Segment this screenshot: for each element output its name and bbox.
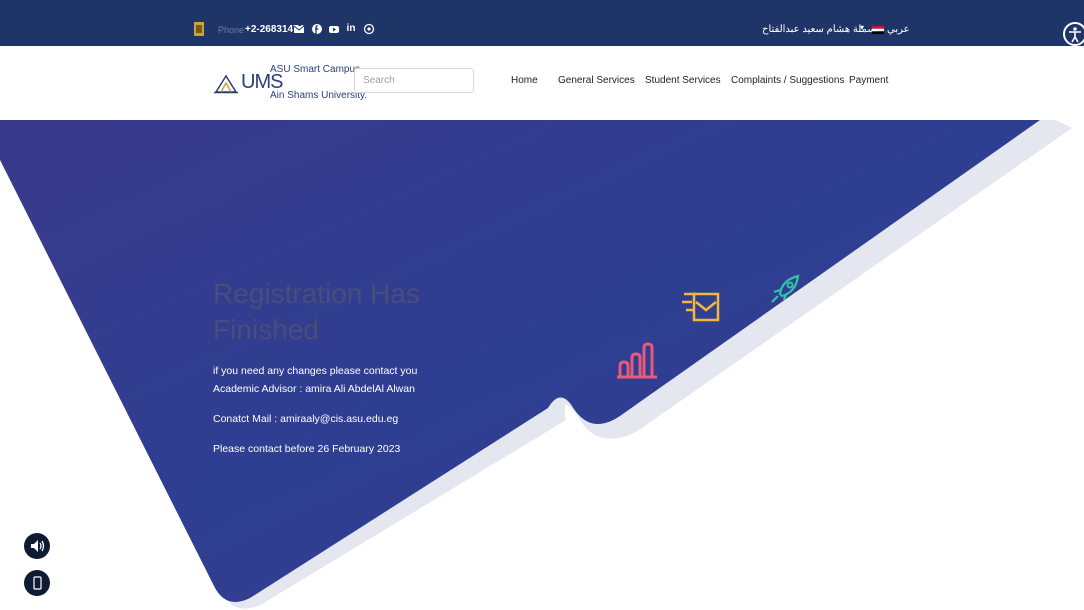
logo-line-university: Ain Shams University. [270,90,368,101]
info-line-changes: if you need any changes please contact y… [213,365,418,377]
nav-home[interactable]: Home [511,75,538,86]
chart-icon [617,342,657,379]
linkedin-icon[interactable]: in [345,23,357,35]
ums-logo[interactable]: UMS ASU Smart Campus Ain Shams Universit… [214,64,367,104]
main-nav: UMS ASU Smart Campus Ain Shams Universit… [0,46,1084,120]
language-switch[interactable]: عربي [887,24,910,35]
rocket-icon [771,274,800,303]
user-dropdown-caret-icon[interactable]: ▾ [860,23,864,32]
instagram-icon[interactable] [363,23,375,35]
mail-fast-icon [682,292,720,322]
egypt-flag-icon [872,26,884,34]
registration-title: Registration Has Finished [213,278,420,345]
hero-section: Registration Has Finished if you need an… [0,120,1084,610]
accessibility-button[interactable] [1063,22,1084,46]
university-emblem-icon [214,74,238,94]
info-line-mail: Conatct Mail : amiraaly@cis.asu.edu.eg [213,413,399,425]
nav-payment[interactable]: Payment [849,75,888,86]
mail-icon[interactable] [293,23,305,35]
hero-background [0,120,1072,609]
info-line-advisor: Academic Advisor : amira Ali AbdelAl Alw… [213,383,415,395]
logo-line-campus: ASU Smart Campus [270,64,361,75]
facebook-icon[interactable] [311,23,323,35]
nav-complaints-suggestions[interactable]: Complaints / Suggestions [731,75,844,86]
mobile-icon [33,576,42,590]
egypt-crest-icon [194,22,204,36]
phone-label: Phone [218,25,245,35]
top-bar: Phone +2-26831474 in بسملة هشام سعيد عبد… [0,0,1084,46]
accessibility-icon [1069,27,1081,43]
nav-student-services[interactable]: Student Services [645,75,721,86]
search-input[interactable] [354,68,474,93]
mobile-button[interactable] [24,570,50,596]
youtube-icon[interactable] [328,23,340,35]
nav-general-services[interactable]: General Services [558,75,635,86]
speaker-icon [31,540,45,552]
speaker-button[interactable] [24,533,50,559]
info-line-deadline: Please contact before 26 February 2023 [213,443,401,455]
